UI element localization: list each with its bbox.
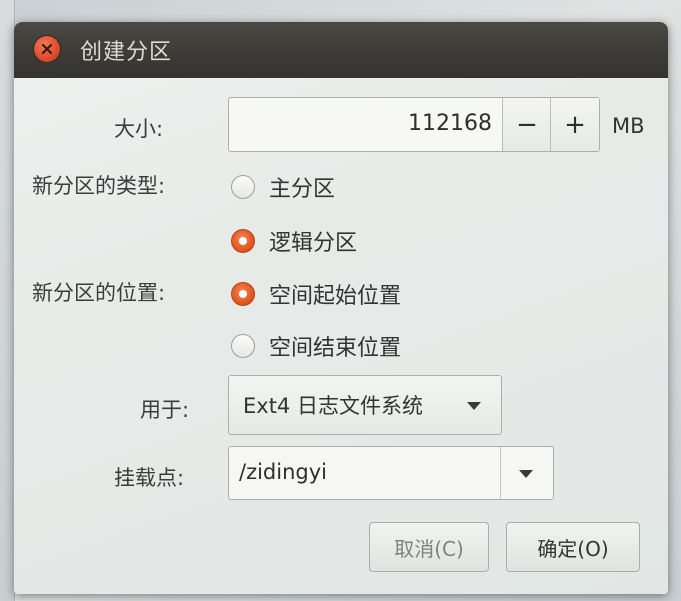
- filesystem-value: Ext4 日志文件系统: [243, 394, 423, 418]
- title-bar[interactable]: 创建分区: [14, 22, 668, 78]
- mount-point-input[interactable]: /zidingyi: [239, 460, 327, 484]
- use-as-label: 用于:: [140, 398, 190, 422]
- ok-button[interactable]: 确定(O): [506, 522, 640, 572]
- create-partition-dialog: 创建分区 大小: 112168 − + MB 新分区的类型: 主分区 逻辑分区 …: [14, 22, 668, 594]
- radio-button-selected[interactable]: [231, 229, 255, 253]
- partition-type-label: 新分区的类型:: [32, 174, 166, 198]
- mount-point-label: 挂载点:: [114, 466, 185, 490]
- radio-label: 空间结束位置: [269, 336, 402, 361]
- close-button[interactable]: [34, 36, 60, 62]
- size-spinbox[interactable]: 112168 − +: [228, 97, 600, 152]
- radio-logical-partition[interactable]: 逻辑分区: [231, 225, 357, 257]
- radio-beginning-of-space[interactable]: 空间起始位置: [231, 278, 401, 310]
- dropdown-arrow-icon[interactable]: [519, 470, 533, 478]
- partition-location-label: 新分区的位置:: [32, 281, 166, 305]
- cancel-button[interactable]: 取消(C): [369, 522, 489, 572]
- combo-divider: [500, 447, 501, 499]
- radio-primary-partition[interactable]: 主分区: [231, 171, 335, 203]
- radio-button[interactable]: [231, 334, 255, 358]
- size-value[interactable]: 112168: [408, 111, 492, 136]
- increment-button[interactable]: +: [550, 98, 599, 151]
- mount-point-combo[interactable]: /zidingyi: [228, 446, 554, 500]
- close-icon: [41, 43, 53, 55]
- filesystem-dropdown[interactable]: Ext4 日志文件系统: [228, 375, 502, 435]
- size-label: 大小:: [114, 117, 164, 141]
- decrement-button[interactable]: −: [502, 98, 551, 151]
- dialog-title: 创建分区: [80, 40, 173, 65]
- radio-end-of-space[interactable]: 空间结束位置: [231, 330, 401, 362]
- radio-label: 逻辑分区: [269, 231, 358, 256]
- size-unit: MB: [612, 114, 645, 138]
- radio-button-selected[interactable]: [231, 282, 255, 306]
- background-window-edge: [0, 0, 15, 601]
- radio-label: 空间起始位置: [269, 284, 402, 309]
- radio-label: 主分区: [269, 177, 336, 202]
- radio-button[interactable]: [231, 175, 255, 199]
- dropdown-arrow-icon: [467, 402, 481, 410]
